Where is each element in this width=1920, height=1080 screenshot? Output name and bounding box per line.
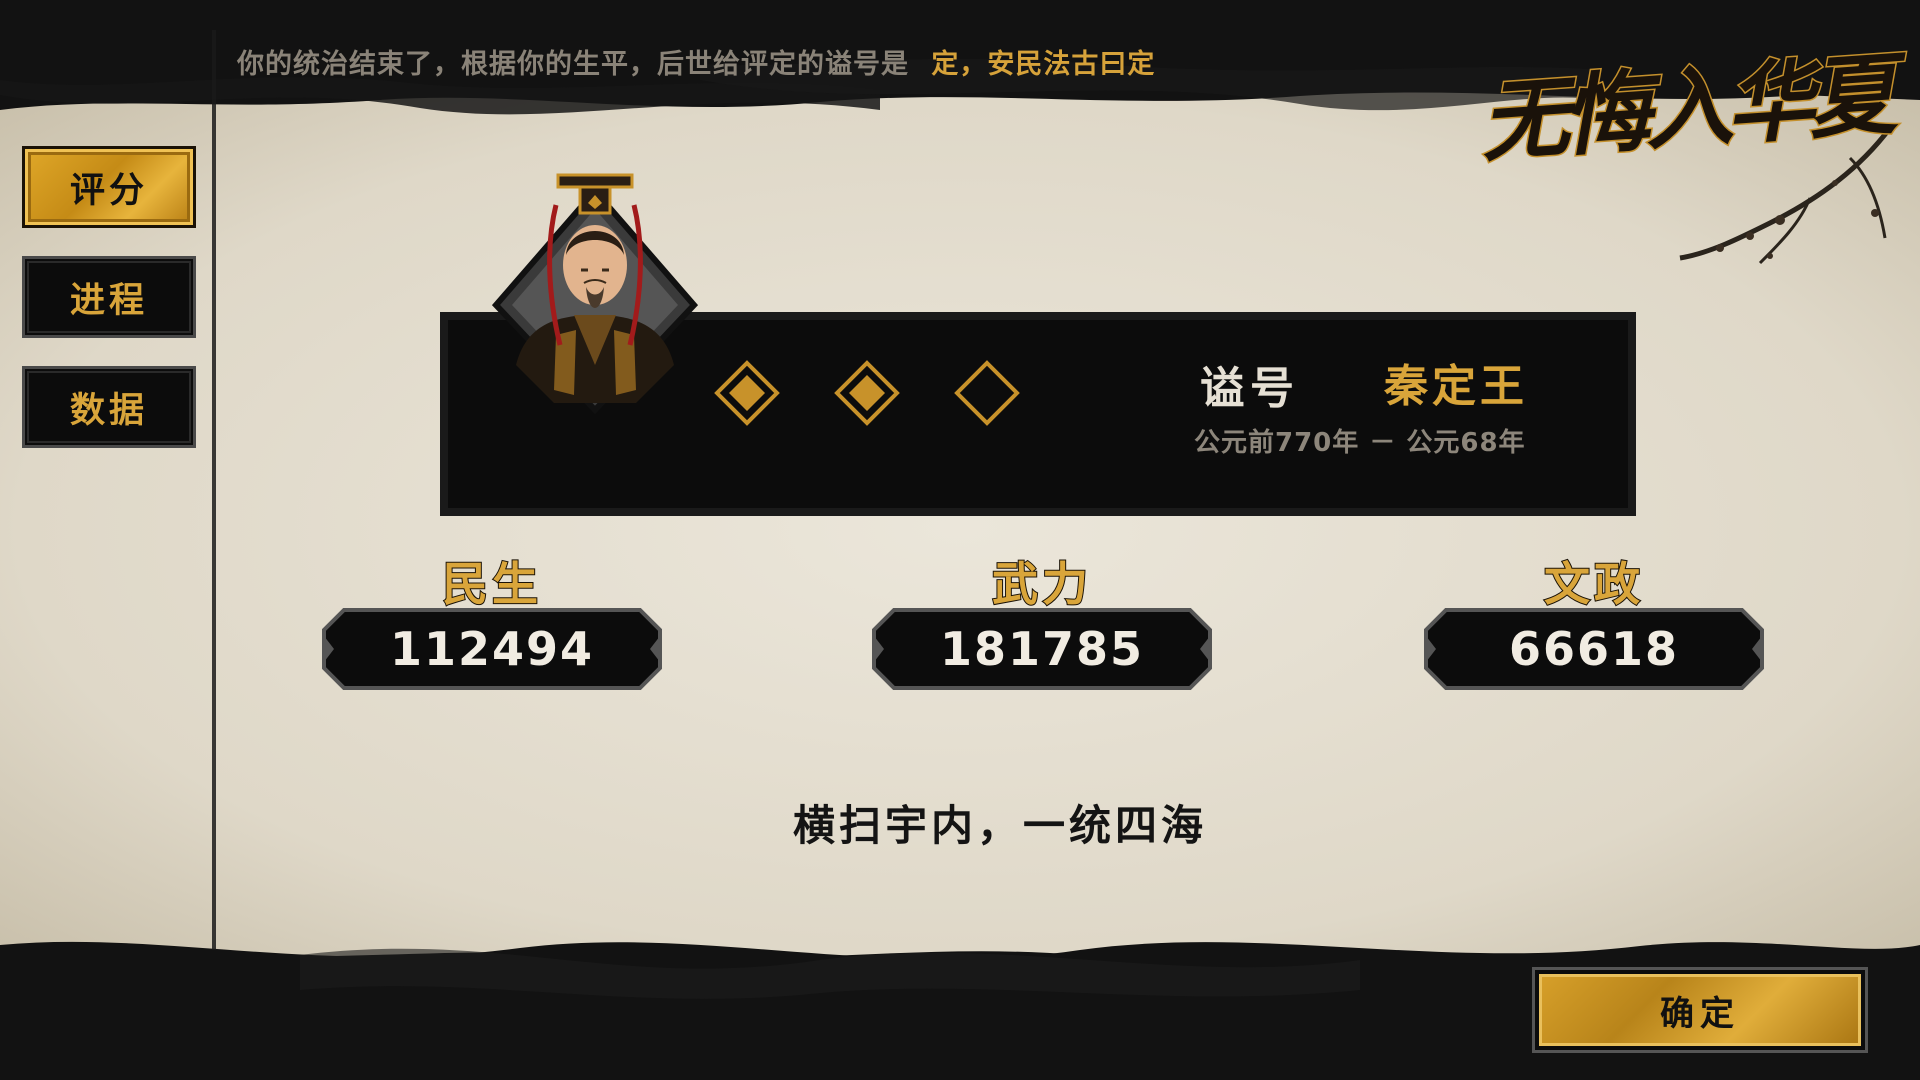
tab-progress-label: 进程	[69, 280, 148, 321]
game-logo: 无悔入华夏	[1476, 8, 1900, 288]
confirm-button[interactable]: 确定	[1535, 970, 1865, 1050]
posthumous-label: 谥号	[1200, 363, 1300, 414]
sidebar-divider	[212, 30, 216, 950]
ruler-portrait	[491, 173, 699, 415]
confirm-button-label: 确定	[1660, 993, 1740, 1034]
tab-data[interactable]: 数据	[22, 366, 196, 448]
tab-progress[interactable]: 进程	[22, 256, 196, 338]
tab-score[interactable]: 评分	[22, 146, 196, 228]
reign-end-message: 你的统治结束了，根据你的生平，后世给评定的谥号是 定，安民法古曰定	[237, 42, 1155, 81]
stat-civil-label: 文政	[1543, 556, 1644, 612]
stat-livelihood-label: 民生	[441, 556, 542, 612]
rating-star-1	[714, 360, 780, 426]
reign-motto: 横扫宇内，一统四海	[792, 801, 1207, 850]
tab-score-label: 评分	[69, 170, 148, 211]
stat-civil-value: 66618	[1508, 622, 1680, 676]
stat-livelihood-value: 112494	[389, 622, 595, 676]
reign-period: 公元前770年 － 公元68年	[1194, 428, 1526, 458]
rating-star-2	[834, 360, 900, 426]
rating-star-3	[954, 360, 1020, 426]
reign-end-text: 你的统治结束了，根据你的生平，后世给评定的谥号是	[237, 49, 909, 80]
stat-military-value: 181785	[939, 622, 1145, 676]
tab-data-label: 数据	[69, 390, 148, 431]
stat-military-label: 武力	[991, 556, 1092, 612]
posthumous-meaning: 定，安民法古曰定	[931, 49, 1156, 80]
posthumous-title: 秦定王	[1384, 361, 1528, 412]
